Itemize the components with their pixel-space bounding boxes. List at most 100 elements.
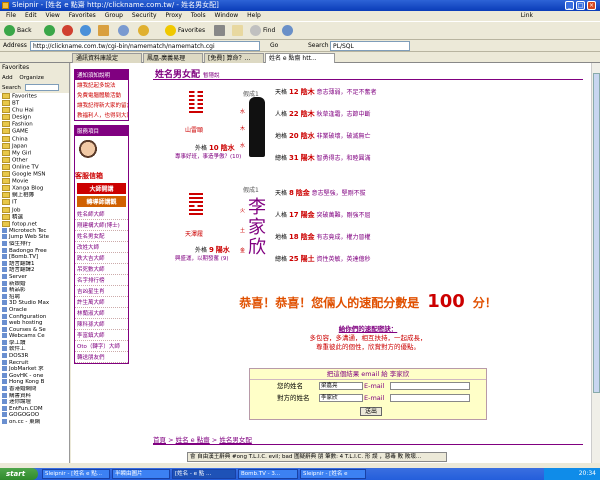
menu-favorites[interactable]: Favorites (69, 12, 96, 19)
start-button[interactable]: start (0, 468, 38, 480)
back-button[interactable]: Back (4, 24, 32, 38)
service-link[interactable]: 改姓大師 (75, 242, 128, 253)
tab-3[interactable]: [免費] 算命？... (204, 53, 264, 63)
favorite-item[interactable]: fotop.net (2, 221, 69, 228)
menu-view[interactable]: View (46, 12, 60, 19)
favorite-item[interactable]: 網上相簿 (2, 192, 69, 199)
service-link[interactable]: 名字排行榜 (75, 275, 128, 286)
favorite-item[interactable]: Server (2, 274, 69, 281)
maximize-button[interactable]: □ (576, 1, 585, 10)
tab-1[interactable]: 通訊資料庫設定 (72, 53, 142, 63)
notice-link[interactable]: 讓我記得新大家的留言 (75, 100, 128, 110)
scrollbar-thumb[interactable] (593, 73, 600, 393)
mail-button[interactable] (232, 24, 245, 38)
service-link[interactable]: 姓名師大師 (75, 209, 128, 220)
forward-button[interactable] (44, 24, 57, 38)
favorite-item[interactable]: JobMarket 求 (2, 366, 69, 373)
ime-toolbar[interactable]: 會 自由漢王辭典 #ong T.L.I.C. evil; bad 圍疑辭典 朋 … (187, 452, 447, 462)
favorite-item[interactable]: Microtech Tec (2, 228, 69, 235)
minimize-button[interactable]: _ (565, 1, 574, 10)
favorite-item[interactable]: Job (2, 207, 69, 214)
favorite-item[interactable]: Movie (2, 178, 69, 185)
favorite-item[interactable]: Oracle (2, 307, 69, 314)
zoom-button[interactable] (282, 24, 295, 38)
find-button[interactable]: Find (250, 24, 275, 38)
service-link[interactable]: Oto（轉字）大師 (75, 341, 128, 352)
menu-window[interactable]: Window (215, 12, 239, 19)
service-link[interactable]: 吊死數大師 (75, 264, 128, 275)
favorite-item[interactable]: on.cc - 東網 (2, 419, 69, 426)
favorite-item[interactable]: Japan (2, 143, 69, 150)
ask-panel[interactable]: 客服信箱 (75, 136, 128, 181)
your-email-input[interactable] (390, 382, 470, 390)
favorite-item[interactable]: Favorites (2, 93, 69, 100)
favorite-item[interactable]: GOGOGOO (2, 412, 69, 419)
favorite-item[interactable]: web hosting (2, 320, 69, 327)
notice-link[interactable]: 教福利人，也得到大家的祝福 (75, 110, 128, 120)
favorite-item[interactable]: 香港婚網問 (2, 386, 69, 393)
favorite-item[interactable]: Google MSN (2, 171, 69, 178)
history-button[interactable] (138, 24, 151, 38)
menu-file[interactable]: File (6, 12, 16, 19)
favorite-item[interactable]: Courses & Se (2, 327, 69, 334)
menu-tools[interactable]: Tools (191, 12, 206, 19)
ask-button[interactable]: 客服信箱 (75, 172, 103, 181)
favorite-item[interactable]: 語言翻譯1 (2, 261, 69, 268)
menu-help[interactable]: Help (247, 12, 261, 19)
favorite-item[interactable]: China (2, 136, 69, 143)
favorite-item[interactable]: 個生排行 (2, 241, 69, 248)
service-link[interactable]: 剛建構大師(博士) (75, 220, 128, 231)
favorite-item[interactable]: Xanga Blog (2, 185, 69, 192)
favorite-item[interactable]: Design (2, 114, 69, 121)
close-button[interactable]: × (587, 1, 596, 10)
service-link[interactable]: 轉送朋友們 (75, 352, 128, 363)
favorite-item[interactable]: Fashion (2, 121, 69, 128)
favorite-item[interactable]: 購書資料 (2, 393, 69, 400)
search-input[interactable]: PL/SQL (330, 41, 410, 51)
menu-group[interactable]: Group (105, 12, 123, 19)
favorite-item[interactable]: Online TV (2, 164, 69, 171)
notice-link[interactable]: 免費電腦體驗活動 (75, 90, 128, 100)
notice-link[interactable]: 讓我記起多說法 (75, 80, 128, 90)
master-view-link[interactable]: 轉導師講觀 (77, 196, 126, 207)
task-item[interactable]: Sleipnir - [姓名 e (300, 469, 366, 479)
favorite-item[interactable]: 軟件工 (2, 346, 69, 353)
service-link[interactable]: 許生萬大師 (75, 297, 128, 308)
favorite-item[interactable]: 3D Studio Max (2, 300, 69, 307)
search-toolbar-button[interactable] (118, 24, 131, 38)
task-item[interactable]: Bomb.TV - 3... (238, 469, 298, 479)
favorite-item[interactable]: GovHK - one (2, 373, 69, 380)
sidebar-search-input[interactable] (24, 84, 59, 91)
favorite-item[interactable]: 精選 (2, 214, 69, 221)
menu-security[interactable]: Security (132, 12, 157, 19)
favorite-item[interactable]: 語言翻譯2 (2, 267, 69, 274)
favorite-item[interactable]: 精品影 (2, 287, 69, 294)
stop-button[interactable] (62, 24, 75, 38)
service-link[interactable]: 跌大吉大師 (75, 253, 128, 264)
links-label[interactable]: Link (521, 11, 533, 21)
task-item[interactable]: 半瞬由圖片 (112, 469, 170, 479)
favorite-item[interactable]: Hong Kong B (2, 379, 69, 386)
favorite-item[interactable]: Configuration (2, 314, 69, 321)
menu-edit[interactable]: Edit (25, 12, 37, 19)
tab-2[interactable]: 鳳凰-廣義易理 (143, 53, 203, 63)
other-name-input[interactable]: 李家欣 (319, 394, 363, 402)
add-favorite-button[interactable]: Add (2, 75, 13, 81)
send-button[interactable]: 送出 (360, 407, 382, 416)
favorite-item[interactable]: BT (2, 100, 69, 107)
favorite-item[interactable]: Jump Web Site (2, 234, 69, 241)
service-link[interactable]: 林蘭淑大師 (75, 308, 128, 319)
service-link[interactable]: 吉凶星生肖 (75, 286, 128, 297)
service-link[interactable]: 姓名男女配 (75, 231, 128, 242)
refresh-button[interactable] (80, 24, 93, 38)
favorite-item[interactable]: 新娘婚 (2, 281, 69, 288)
favorite-item[interactable]: Chu Hai (2, 107, 69, 114)
favorite-item[interactable]: Badongo Free (2, 248, 69, 255)
favorite-item[interactable]: DOS3R (2, 353, 69, 360)
favorite-item[interactable]: 迷你論壇 (2, 399, 69, 406)
favorites-button[interactable]: Favorites (165, 24, 205, 38)
go-button[interactable]: Go (270, 40, 278, 52)
master-talk-link[interactable]: 大師開講 (77, 183, 126, 194)
menu-proxy[interactable]: Proxy (165, 12, 181, 19)
tab-4-active[interactable]: 姓名 e 點齋 htt... (265, 53, 335, 63)
